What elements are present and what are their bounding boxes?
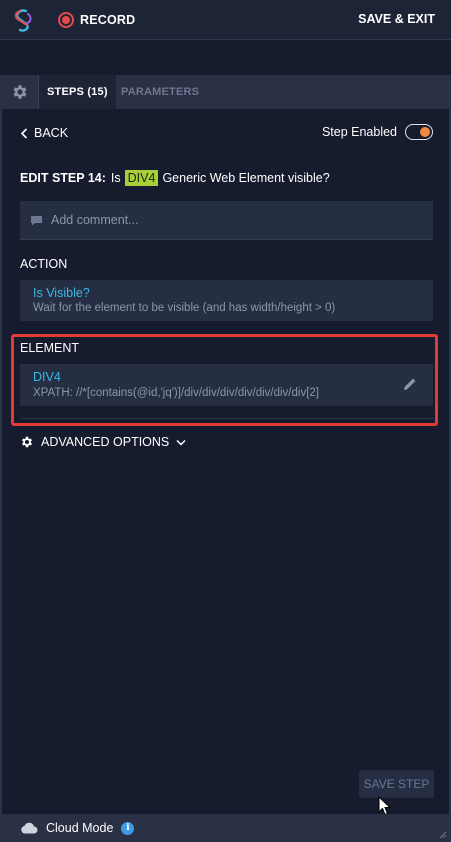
tab-steps[interactable]: STEPS (15) xyxy=(38,75,116,109)
app-logo-icon xyxy=(14,9,32,32)
pencil-icon[interactable] xyxy=(402,376,418,392)
step-enabled-control: Step Enabled xyxy=(322,124,433,140)
tab-bar: STEPS (15) PARAMETERS xyxy=(0,75,451,109)
element-section-label: ELEMENT xyxy=(20,341,80,355)
toggle-knob xyxy=(420,127,430,137)
advanced-options-toggle[interactable]: ADVANCED OPTIONS xyxy=(20,435,186,449)
title-is-text: Is xyxy=(110,171,121,185)
edit-step-label: EDIT STEP 14: xyxy=(20,171,106,185)
page-title: EDIT STEP 14: Is DIV4 Generic Web Elemen… xyxy=(20,170,330,186)
title-rest-text: Generic Web Element visible? xyxy=(162,171,330,185)
action-card[interactable]: Is Visible? Wait for the element to be v… xyxy=(20,280,433,321)
comment-field[interactable] xyxy=(20,201,433,240)
back-label: BACK xyxy=(34,126,69,140)
tab-parameters[interactable]: PARAMETERS xyxy=(113,75,207,109)
chevron-left-icon xyxy=(20,127,28,139)
save-and-exit-button[interactable]: SAVE & EXIT xyxy=(358,12,435,26)
resize-handle-icon[interactable] xyxy=(439,831,447,839)
comment-icon xyxy=(31,215,42,225)
action-section-label: ACTION xyxy=(20,257,68,271)
step-enabled-label: Step Enabled xyxy=(321,125,397,139)
info-icon[interactable]: i xyxy=(121,821,135,835)
save-step-button[interactable]: SAVE STEP xyxy=(359,770,434,798)
record-icon xyxy=(58,12,74,28)
element-xpath: XPATH: //*[contains(@id,'jq')]/div/div/d… xyxy=(33,387,319,399)
action-description: Wait for the element to be visible (and … xyxy=(33,302,336,314)
advanced-options-label: ADVANCED OPTIONS xyxy=(41,435,170,449)
gear-icon xyxy=(13,85,27,99)
element-badge: DIV4 xyxy=(124,170,159,186)
chevron-down-icon xyxy=(176,439,186,446)
gear-icon xyxy=(21,436,33,448)
cloud-mode-label: Cloud Mode xyxy=(46,821,114,835)
toolbar-spacer xyxy=(0,40,451,75)
top-bar: RECORD SAVE & EXIT xyxy=(0,0,451,40)
record-label: RECORD xyxy=(80,13,136,27)
back-button[interactable]: BACK xyxy=(20,126,68,140)
action-name: Is Visible? xyxy=(33,286,90,300)
cloud-icon xyxy=(21,822,38,834)
element-divider xyxy=(20,418,433,419)
mouse-cursor-icon xyxy=(378,796,392,816)
element-card[interactable]: DIV4 XPATH: //*[contains(@id,'jq')]/div/… xyxy=(20,364,433,406)
tab-settings[interactable] xyxy=(4,75,36,109)
element-name: DIV4 xyxy=(33,370,61,384)
comment-input[interactable] xyxy=(51,213,411,227)
record-button[interactable]: RECORD xyxy=(58,10,135,30)
footer-bar: Cloud Mode i xyxy=(0,814,451,842)
step-enabled-toggle[interactable] xyxy=(405,124,433,140)
